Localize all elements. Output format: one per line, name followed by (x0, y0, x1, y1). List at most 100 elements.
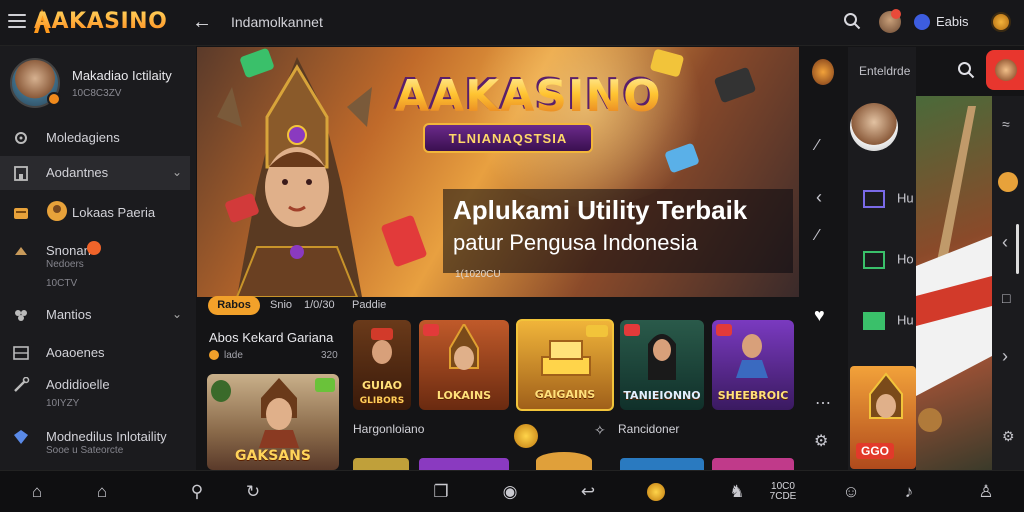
edge-rail (992, 96, 1024, 470)
search-icon[interactable] (957, 61, 975, 79)
section-title: Abos Kekard Gariana (209, 330, 334, 345)
user-pin-icon[interactable]: ♞ (726, 481, 748, 503)
gem-icon (14, 430, 28, 444)
sidebar-item-label: Modnedilus Inlotaility (46, 429, 167, 444)
home-icon[interactable]: ⌂ (26, 481, 48, 503)
coin-icon[interactable] (998, 172, 1018, 192)
sidebar-item-sub2: 10CTV (46, 278, 78, 289)
globe-icon[interactable] (914, 14, 930, 30)
right-panel-row-label: Ho (897, 251, 914, 267)
square-icon[interactable]: □ (1002, 290, 1010, 306)
grid-icon (13, 346, 29, 360)
filter-pill-active[interactable]: Rabos (208, 296, 260, 315)
sidebar-item-0[interactable]: Moledagiens (0, 121, 190, 155)
chip-decor (713, 66, 757, 104)
hot-tag (624, 324, 640, 336)
card-peek (536, 452, 592, 470)
nav-badge-text[interactable]: 10C0 7CDE (768, 482, 798, 502)
house-outline-icon[interactable]: ⌂ (91, 481, 113, 503)
game-card[interactable]: SHEEBROIC (712, 320, 794, 410)
sidebar-item-sub: Nedoers (46, 259, 84, 270)
smile-icon[interactable]: ☺ (840, 481, 862, 503)
sidebar-item-4[interactable]: Mantios ⌄ (0, 298, 190, 332)
chevron-right-icon[interactable]: › (1002, 346, 1008, 367)
promo-card[interactable]: GGO (850, 366, 916, 469)
section-sub: lade (224, 350, 243, 361)
game-card-art (371, 328, 393, 364)
right-panel-row-label: Hu (897, 190, 914, 206)
app-root: AAKASINO ← Indamolkannet Eabis Makadiao … (0, 0, 1024, 512)
language-label[interactable]: Eabis (936, 14, 969, 29)
waves-icon[interactable]: ≈ (1002, 116, 1010, 132)
nav-badge-bottom: 7CDE (769, 491, 797, 502)
gamepad-icon[interactable]: ◉ (499, 481, 521, 503)
filter-pill[interactable]: Snio (270, 299, 292, 311)
coin-icon (209, 350, 219, 360)
profile-name: Makadiao Ictilaity (72, 68, 172, 83)
chevron-down-icon[interactable]: ⌄ (172, 307, 182, 321)
game-card[interactable]: LOKAINS (419, 320, 509, 410)
tabs-icon[interactable]: ❐ (430, 481, 452, 503)
side-art-illustration (916, 106, 992, 432)
sidebar-item-badge (87, 241, 101, 255)
minus-icon[interactable]: ∕ (816, 227, 819, 245)
character-icon (47, 201, 67, 221)
profile-icon[interactable]: ♙ (975, 481, 997, 503)
mascot-icon[interactable] (812, 59, 834, 85)
featured-game-card[interactable]: GAKSANS (207, 374, 339, 470)
sidebar-item-3[interactable]: Snonan Nedoers 10CTV (0, 234, 190, 289)
gear-icon (15, 132, 27, 144)
right-panel-row[interactable]: Ho (863, 251, 914, 269)
card-peek (712, 458, 794, 470)
game-card-name: TANIEIONNO (623, 389, 701, 402)
avatar (995, 59, 1017, 81)
game-card[interactable]: TANIEIONNO (620, 320, 704, 410)
brand-logo[interactable]: AAKASINO (34, 9, 167, 34)
search-icon[interactable] (843, 12, 861, 30)
sidebar-item-2[interactable]: Lokaas Paeria (0, 196, 190, 230)
heart-icon[interactable]: ♥ (814, 305, 825, 326)
chevron-left-icon[interactable]: ‹ (816, 187, 822, 208)
right-panel-row[interactable]: Hu (863, 312, 914, 330)
grid-icon (863, 251, 885, 269)
filter-pill[interactable]: Paddie (352, 299, 386, 311)
page-title: Indamolkannet (231, 14, 323, 30)
gear-icon[interactable]: ⚙ (1002, 428, 1015, 445)
game-card-art (449, 324, 479, 370)
menu-icon[interactable] (8, 14, 26, 28)
sidebar-item-7[interactable]: Modnedilus Inlotaility Sooe u Sateorcte (0, 420, 190, 464)
sidebar-item-label: Mantios (46, 307, 92, 322)
building-icon (14, 166, 28, 181)
coin-icon[interactable] (645, 481, 667, 503)
coin-icon[interactable] (991, 12, 1011, 32)
game-card-name: SHEEBROIC (717, 389, 789, 402)
scrollbar[interactable] (1016, 224, 1019, 274)
sidebar-item-label: Snonan (46, 243, 91, 258)
game-card-selected[interactable]: GAIGAINS (516, 319, 614, 411)
gear-icon[interactable]: ⚙ (814, 431, 828, 451)
more-icon[interactable]: ⋯ (815, 393, 831, 413)
sidebar-item-6[interactable]: Aodidioelle 10IYZY (0, 368, 190, 410)
search-icon[interactable]: ⚲ (186, 481, 208, 503)
back-icon[interactable]: ↩ (577, 481, 599, 503)
filter-pill[interactable]: 1/0/30 (304, 299, 335, 311)
chevron-left-icon[interactable]: ‹ (1002, 232, 1008, 253)
sidebar-item-5[interactable]: Aoaoenes (0, 336, 190, 370)
share-icon[interactable]: ✧ (594, 422, 606, 439)
sidebar: Makadiao Ictilaity 10C8C3ZV Moledagiens … (0, 46, 196, 470)
chevron-down-icon[interactable]: ⌄ (172, 165, 182, 179)
game-card[interactable]: GUIAO GLIBORS (353, 320, 411, 410)
notification-badge (891, 9, 901, 19)
back-arrow-icon[interactable]: ← (192, 11, 212, 34)
hero-ribbon-text: TLNIANAQSTSIA (448, 131, 568, 146)
game-card-name: LOKAINS (436, 389, 492, 402)
refresh-icon[interactable]: ↻ (242, 481, 264, 503)
profile-button[interactable] (986, 50, 1024, 90)
right-panel-row-label: Hu (897, 312, 914, 328)
sidebar-item-1[interactable]: Aodantnes ⌄ (0, 156, 190, 190)
minus-icon[interactable]: ∕ (816, 137, 819, 155)
hero-banner[interactable]: AAKASINO AAKASINO TLNIANAQSTSIA Aplukami… (197, 47, 799, 297)
friend-avatar[interactable] (850, 103, 898, 151)
music-icon[interactable]: ♪ (898, 481, 920, 503)
right-panel-row[interactable]: Hu (863, 190, 914, 208)
